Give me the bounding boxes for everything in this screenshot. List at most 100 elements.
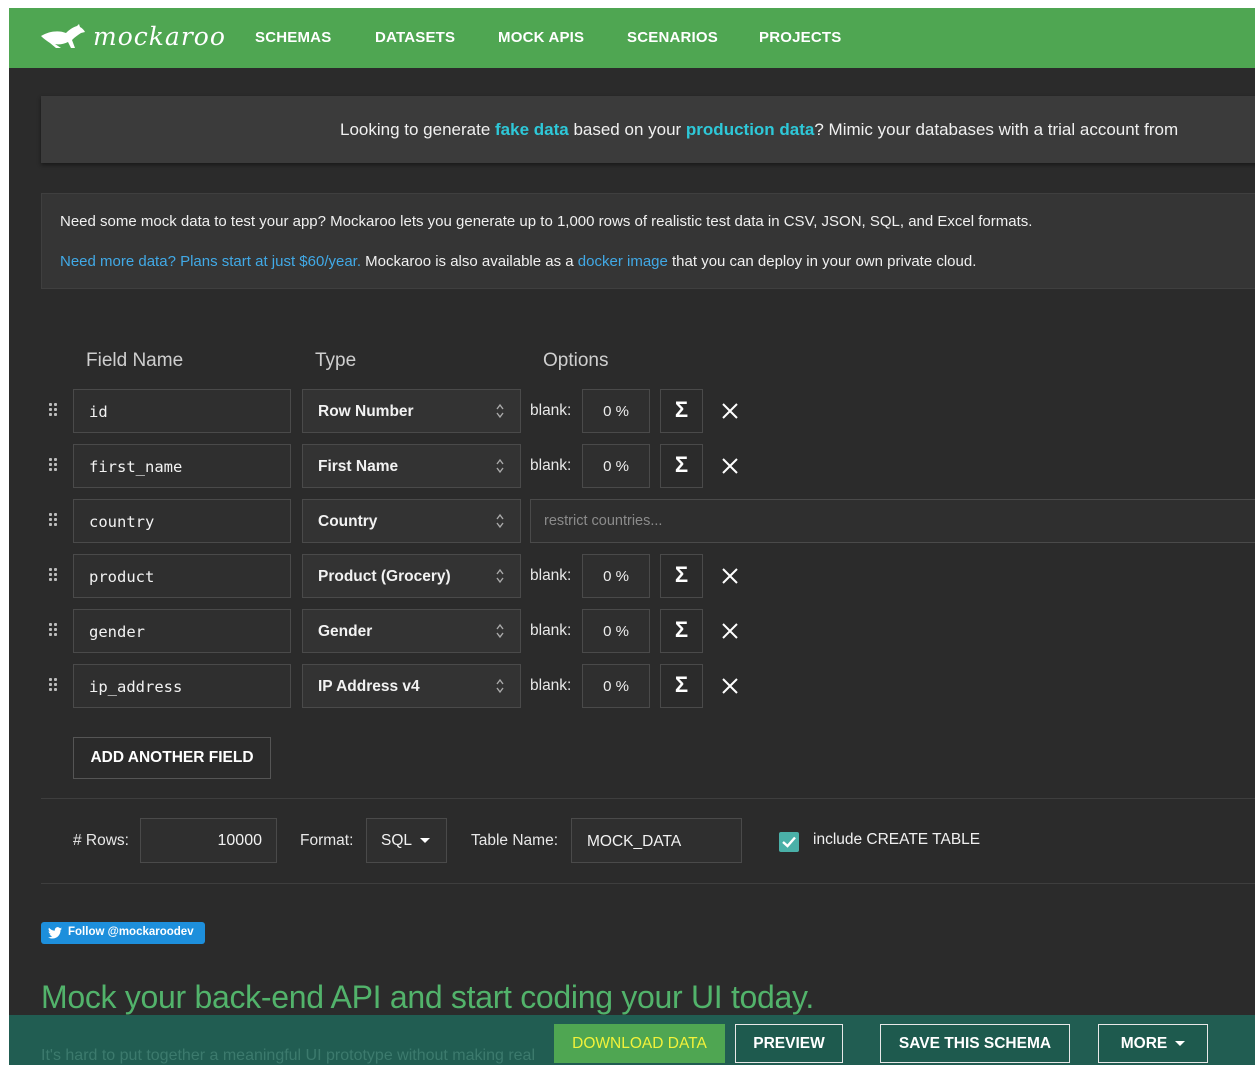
field-type-label: First Name [318, 458, 399, 475]
drag-handle-icon[interactable] [49, 403, 59, 417]
divider [41, 883, 1255, 884]
field-type-select[interactable]: Country [302, 499, 521, 543]
blank-label: blank: [530, 567, 572, 584]
blank-label: blank: [530, 457, 572, 474]
drag-handle-icon[interactable] [49, 568, 59, 582]
close-icon[interactable] [721, 567, 739, 585]
rows-input[interactable]: 10000 [140, 818, 277, 863]
info-line-1: Need some mock data to test your app? Mo… [60, 213, 1033, 230]
blank-percent-input[interactable]: 0 % [582, 554, 650, 598]
nav-scenarios[interactable]: SCENARIOS [627, 29, 718, 46]
background-paragraph: It's hard to put together a meaningful U… [41, 1047, 535, 1064]
sigma-formula-button[interactable]: Σ [660, 554, 703, 598]
blank-label: blank: [530, 677, 572, 694]
field-row: country Country restrict countries... [9, 499, 1255, 545]
field-type-select[interactable]: Row Number [302, 389, 521, 433]
info-line-2-middle: Mockaroo is also available as a [361, 253, 578, 270]
nav-datasets[interactable]: DATASETS [375, 29, 455, 46]
create-table-label: include CREATE TABLE [813, 831, 981, 848]
checkmark-icon [782, 836, 796, 848]
promo-prefix: Looking to generate [340, 120, 496, 139]
sigma-formula-button[interactable]: Σ [660, 389, 703, 433]
blank-percent-input[interactable]: 0 % [582, 444, 650, 488]
blank-percent-input[interactable]: 0 % [582, 609, 650, 653]
more-dropdown-button[interactable]: MORE [1098, 1024, 1208, 1063]
logo[interactable]: mockaroo [39, 22, 226, 52]
field-type-label: Gender [318, 623, 373, 640]
preview-button[interactable]: PREVIEW [735, 1024, 843, 1063]
field-name-header: Field Name [86, 350, 184, 371]
sigma-formula-button[interactable]: Σ [660, 444, 703, 488]
kangaroo-icon [41, 24, 85, 48]
updown-arrows-icon [496, 403, 504, 419]
brand-name: mockaroo [93, 22, 226, 51]
updown-arrows-icon [496, 678, 504, 694]
docker-image-link[interactable]: docker image [578, 253, 668, 270]
field-name-input[interactable]: id [73, 389, 291, 433]
field-type-select[interactable]: Product (Grocery) [302, 554, 521, 598]
field-type-label: Country [318, 513, 378, 530]
nav-projects[interactable]: PROJECTS [759, 29, 841, 46]
close-icon[interactable] [721, 677, 739, 695]
divider [41, 798, 1255, 799]
twitter-bird-icon [48, 927, 62, 939]
promo-suffix: ? Mimic your databases with a trial acco… [814, 120, 1179, 139]
create-table-checkbox[interactable] [779, 832, 799, 852]
options-header: Options [543, 350, 609, 371]
fake-data-link[interactable]: fake data [495, 120, 569, 139]
field-name-input[interactable]: country [73, 499, 291, 543]
format-label: Format: [300, 832, 354, 849]
field-row: gender Gender blank: 0 % Σ [9, 609, 1255, 655]
updown-arrows-icon [496, 623, 504, 639]
sigma-formula-button[interactable]: Σ [660, 609, 703, 653]
field-name-input[interactable]: product [73, 554, 291, 598]
field-type-select[interactable]: First Name [302, 444, 521, 488]
drag-handle-icon[interactable] [49, 458, 59, 472]
sigma-formula-button[interactable]: Σ [660, 664, 703, 708]
page-headline: Mock your back-end API and start coding … [41, 979, 814, 1015]
close-icon[interactable] [721, 402, 739, 420]
field-type-select[interactable]: Gender [302, 609, 521, 653]
field-row: product Product (Grocery) blank: 0 % Σ [9, 554, 1255, 600]
save-schema-button[interactable]: SAVE THIS SCHEMA [880, 1024, 1070, 1063]
plans-link[interactable]: Need more data? Plans start at just $60/… [60, 253, 361, 270]
promo-middle: based on your [568, 120, 686, 139]
download-data-button[interactable]: DOWNLOAD DATA [554, 1024, 725, 1063]
restrict-countries-input[interactable]: restrict countries... [530, 499, 1255, 543]
drag-handle-icon[interactable] [49, 513, 59, 527]
updown-arrows-icon [496, 513, 504, 529]
info-banner: Need some mock data to test your app? Mo… [41, 193, 1255, 289]
bottom-action-bar: It's hard to put together a meaningful U… [9, 1015, 1255, 1065]
type-header: Type [315, 350, 357, 371]
add-another-field-button[interactable]: ADD ANOTHER FIELD [73, 737, 271, 779]
blank-percent-input[interactable]: 0 % [582, 389, 650, 433]
more-label: MORE [1120, 1035, 1168, 1052]
field-name-input[interactable]: ip_address [73, 664, 291, 708]
info-line-2-suffix: that you can deploy in your own private … [667, 253, 977, 270]
table-name-input[interactable]: MOCK_DATA [571, 818, 742, 863]
drag-handle-icon[interactable] [49, 678, 59, 692]
drag-handle-icon[interactable] [49, 623, 59, 637]
field-type-label: IP Address v4 [318, 678, 420, 695]
production-data-link[interactable]: production data [686, 120, 814, 139]
field-type-select[interactable]: IP Address v4 [302, 664, 521, 708]
blank-label: blank: [530, 622, 572, 639]
promo-banner: Looking to generate fake data based on y… [41, 96, 1255, 163]
field-type-label: Row Number [318, 403, 414, 420]
caret-down-icon [420, 838, 431, 844]
field-name-input[interactable]: gender [73, 609, 291, 653]
field-row: first_name First Name blank: 0 % Σ [9, 444, 1255, 490]
blank-percent-input[interactable]: 0 % [582, 664, 650, 708]
nav-schemas[interactable]: SCHEMAS [255, 29, 331, 46]
twitter-follow-button[interactable]: Follow @mockaroodev [41, 922, 205, 944]
close-icon[interactable] [721, 622, 739, 640]
nav-mock-apis[interactable]: MOCK APIS [498, 29, 584, 46]
format-dropdown[interactable]: SQL [366, 818, 447, 863]
close-icon[interactable] [721, 457, 739, 475]
format-value: SQL [381, 832, 413, 849]
field-row: id Row Number blank: 0 % Σ [9, 389, 1255, 435]
promo-text: Looking to generate fake data based on y… [340, 120, 1178, 140]
field-type-label: Product (Grocery) [318, 568, 451, 585]
field-name-input[interactable]: first_name [73, 444, 291, 488]
updown-arrows-icon [496, 568, 504, 584]
